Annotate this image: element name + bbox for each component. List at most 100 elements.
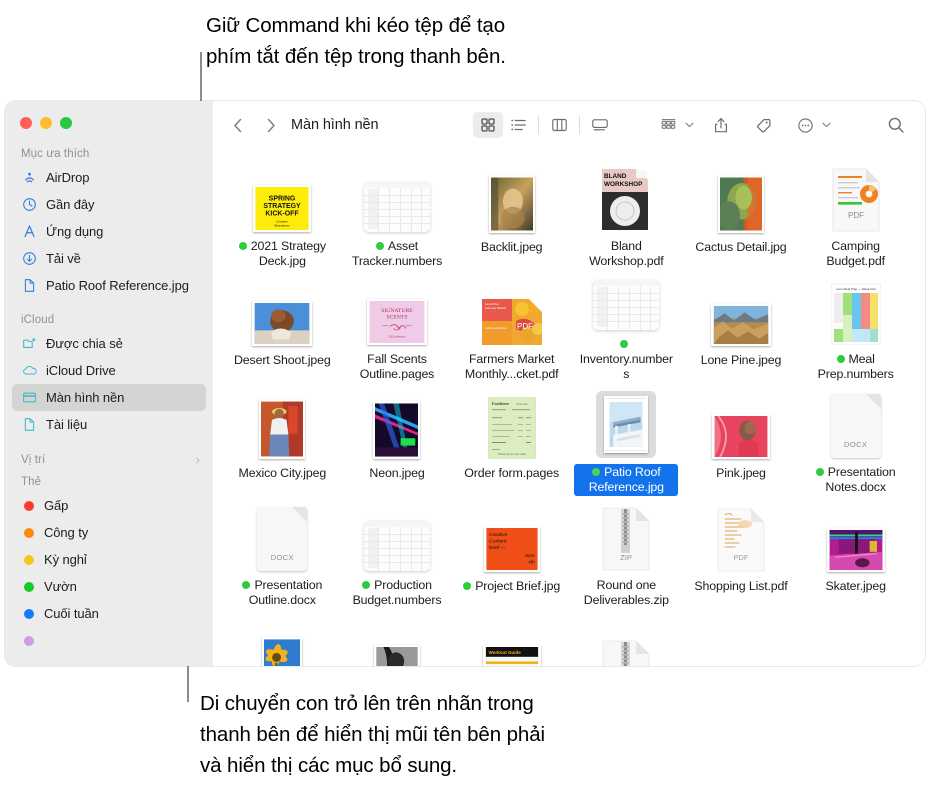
tag-dot-icon [592, 468, 601, 476]
photo-bw-icon [373, 645, 420, 666]
sidebar-item-downloads[interactable]: Tải về [12, 245, 206, 272]
svg-text:STRATEGY: STRATEGY [264, 203, 302, 210]
file-item[interactable]: Cactus Detail.jpg [684, 157, 799, 270]
file-label: Fall Scents Outline.pages [359, 352, 435, 381]
photo-mexico-icon [259, 399, 306, 459]
file-item[interactable]: Pink.jpeg [684, 383, 799, 496]
file-item[interactable]: SIGNATURE SCENTS 2021 collection Fall Sc… [340, 270, 455, 383]
svg-text:Order form: Order form [516, 403, 528, 406]
photo-neon-icon [373, 401, 421, 459]
photo-desert-icon [252, 301, 313, 346]
file-item[interactable]: SPRING STRATEGY KICK-OFF Creative Brains… [225, 157, 340, 270]
toolbar-divider [538, 116, 539, 134]
file-item[interactable] [569, 609, 684, 666]
file-item[interactable]: Asset Tracker.numbers [340, 157, 455, 270]
search-button[interactable] [883, 112, 909, 138]
file-grid: SPRING STRATEGY KICK-OFF Creative Brains… [213, 149, 925, 666]
svg-text:Foodstore: Foodstore [492, 401, 509, 406]
sidebar-item-airdrop[interactable]: AirDrop [12, 164, 206, 191]
file-item[interactable]: Lone Meal Prep — Week One Meal Prep.numb… [798, 270, 913, 383]
file-label: Lone Pine.jpeg [700, 353, 782, 367]
file-item[interactable]: Production Budget.numbers [340, 496, 455, 609]
file-thumbnail [826, 502, 885, 572]
file-item[interactable]: Workout Guide [454, 609, 569, 666]
file-item[interactable] [225, 609, 340, 666]
file-label: Cactus Detail.jpg [695, 240, 787, 254]
close-button[interactable] [20, 117, 32, 129]
file-item[interactable]: ZIP Round one Deliverables.zip [569, 496, 684, 609]
minimize-button[interactable] [40, 117, 52, 129]
file-item[interactable]: Foodstore Order form Thank you for your … [454, 383, 569, 496]
svg-text:PDF: PDF [734, 553, 749, 562]
image-orange-brief-icon: Creative Content Brief — June 4th [483, 526, 540, 572]
file-item[interactable]: Creative Content Brief — June 4th Projec… [454, 496, 569, 609]
file-thumbnail: Foodstore Order form Thank you for your … [487, 389, 536, 459]
sidebar-tag-red[interactable]: Gấp [12, 492, 206, 519]
sidebar-item-label: Màn hình nền [46, 390, 125, 405]
chevron-down-icon[interactable] [685, 120, 694, 130]
sidebar-section-header-favorites: Mục ưa thích [5, 142, 213, 164]
file-item[interactable]: Inventory.numbers [569, 270, 684, 383]
sidebar-item-shared[interactable]: Được chia sẻ [12, 330, 206, 357]
back-button[interactable] [225, 112, 251, 138]
tag-icon[interactable] [748, 112, 778, 138]
sidebar-item-label: Tải về [46, 251, 81, 266]
sidebar-tag-purple-partial[interactable] [12, 627, 206, 654]
sidebar-section-header-tags: Thẻ [5, 470, 213, 492]
sidebar-item-patio-roof-reference[interactable]: Patio Roof Reference.jpg [12, 272, 206, 299]
sidebar-tag-green[interactable]: Vườn [12, 573, 206, 600]
file-label: Project Brief.jpg [460, 578, 563, 595]
main-pane: Màn hình nền SPRING STRATEGY KICK-OFF Cr… [213, 101, 925, 666]
tag-dot-icon [24, 608, 34, 619]
list-view-button[interactable] [503, 112, 533, 138]
file-thumbnail [711, 389, 770, 459]
chevron-down-icon[interactable] [822, 120, 831, 130]
file-item[interactable]: Desert Shoot.jpeg [225, 270, 340, 383]
finder-window: Mục ưa thích AirDrop Gần đây Ứng dụng Tả… [5, 101, 925, 666]
sidebar-tag-blue[interactable]: Cuối tuần [12, 600, 206, 627]
desktop-icon [21, 389, 38, 406]
file-item[interactable]: BLAND WORKSHOP Bland Workshop.pdf [569, 157, 684, 270]
more-actions-button[interactable] [790, 112, 820, 138]
sidebar-item-documents[interactable]: Tài liệu [12, 411, 206, 438]
file-label: Inventory.numbers [574, 336, 678, 383]
sidebar-section-header-locations[interactable]: Vị trí › [5, 447, 213, 470]
callout-text-top: Giữ Command khi kéo tệp để tạo phím tắt … [206, 14, 506, 68]
file-thumbnail: Creative Content Brief — June 4th [483, 502, 540, 572]
column-view-button[interactable] [544, 112, 574, 138]
file-item[interactable] [340, 609, 455, 666]
tag-dot-icon [620, 340, 629, 348]
file-item[interactable]: Neon.jpeg [340, 383, 455, 496]
zoom-button[interactable] [60, 117, 72, 129]
file-label: Presentation Notes.docx [804, 464, 908, 496]
icon-view-button[interactable] [473, 112, 503, 138]
sidebar-tag-yellow[interactable]: Kỳ nghỉ [12, 546, 206, 573]
gallery-view-button[interactable] [585, 112, 615, 138]
photo-lonepine-icon [710, 304, 771, 346]
tag-dot-icon [24, 635, 34, 646]
file-item[interactable]: PDF Shopping List.pdf [684, 496, 799, 609]
file-item[interactable]: Skater.jpeg [798, 496, 913, 609]
svg-text:Farmers Market: Farmers Market [485, 306, 506, 310]
file-item[interactable]: Lone Pine.jpeg [684, 270, 799, 383]
group-by-button[interactable] [653, 112, 683, 138]
file-item[interactable]: DOCX Presentation Notes.docx [798, 383, 913, 496]
file-item[interactable]: Mexico City.jpeg [225, 383, 340, 496]
sidebar-tag-orange[interactable]: Công ty [12, 519, 206, 546]
file-item[interactable]: DOCX Presentation Outline.docx [225, 496, 340, 609]
file-thumbnail [252, 276, 313, 346]
sidebar-item-recents[interactable]: Gần đây [12, 191, 206, 218]
file-label: 2021 Strategy Deck.jpg [230, 238, 334, 270]
svg-text:SIGNATURE: SIGNATURE [381, 308, 413, 314]
sidebar-item-applications[interactable]: Ứng dụng [12, 218, 206, 245]
forward-button[interactable] [257, 112, 283, 138]
file-item[interactable]: PDF Camping Budget.pdf [798, 157, 913, 270]
sidebar-item-label: Được chia sẻ [46, 336, 123, 351]
file-item-selected[interactable]: Patio Roof Reference.jpg [569, 383, 684, 496]
sidebar-item-icloud-drive[interactable]: iCloud Drive [12, 357, 206, 384]
file-item[interactable]: Lone Pine Farmers Market monthly subscri… [454, 270, 569, 383]
chevron-right-icon[interactable]: › [196, 453, 200, 466]
share-button[interactable] [706, 112, 736, 138]
sidebar-item-desktop[interactable]: Màn hình nền [12, 384, 206, 411]
file-item[interactable]: Backlit.jpeg [454, 157, 569, 270]
